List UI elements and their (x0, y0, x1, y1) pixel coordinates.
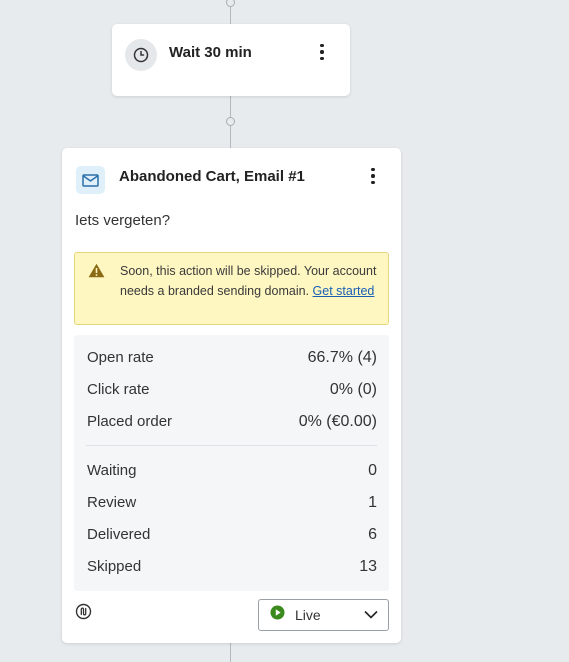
warning-banner: Soon, this action will be skipped. Your … (74, 252, 389, 325)
warning-icon (88, 263, 105, 283)
flow-connector (230, 643, 231, 662)
stat-value: 66.7% (4) (307, 349, 377, 366)
stat-value: 0% (€0.00) (298, 413, 377, 430)
email-step-card[interactable]: Abandoned Cart, Email #1 Iets vergeten? … (62, 148, 401, 643)
chevron-down-icon (364, 606, 378, 624)
flow-connector-node[interactable] (226, 0, 235, 7)
stat-label: Placed order (87, 413, 173, 430)
stat-row-waiting[interactable]: Waiting 0 (87, 462, 377, 480)
stat-row-review[interactable]: Review 1 (87, 494, 377, 512)
stat-row-click-rate: Click rate 0% (0) (87, 381, 377, 399)
stat-value: 0% (0) (329, 381, 377, 398)
stat-value: 6 (368, 526, 377, 543)
wait-step-card[interactable]: Wait 30 min (112, 24, 350, 96)
stats-panel: Open rate 66.7% (4) Click rate 0% (0) Pl… (74, 335, 389, 591)
stat-label: Delivered (87, 526, 151, 543)
stat-label: Click rate (87, 381, 150, 398)
more-options-icon[interactable] (314, 41, 330, 63)
stat-value: 0 (368, 462, 377, 479)
clock-icon (125, 39, 157, 71)
envelope-icon (76, 166, 105, 194)
stat-row-delivered[interactable]: Delivered 6 (87, 526, 377, 544)
smart-sending-icon[interactable] (75, 603, 92, 625)
email-subject: Iets vergeten? (75, 212, 171, 229)
email-step-title: Abandoned Cart, Email #1 (119, 168, 305, 185)
stat-row-open-rate: Open rate 66.7% (4) (87, 349, 377, 367)
wait-step-title: Wait 30 min (169, 44, 252, 61)
stat-label: Open rate (87, 349, 154, 366)
status-dropdown[interactable]: Live (258, 599, 389, 631)
play-icon (270, 605, 285, 625)
stats-divider (86, 445, 377, 446)
stat-row-placed-order: Placed order 0% (€0.00) (87, 413, 377, 431)
stat-row-skipped[interactable]: Skipped 13 (87, 558, 377, 576)
stat-label: Skipped (87, 558, 142, 575)
stat-value: 13 (359, 558, 377, 575)
more-options-icon[interactable] (365, 165, 381, 187)
status-label: Live (295, 607, 321, 623)
stat-value: 1 (368, 494, 377, 511)
get-started-link[interactable]: Get started (313, 284, 375, 298)
stat-label: Review (87, 494, 137, 511)
warning-message: Soon, this action will be skipped. Your … (120, 261, 382, 301)
stat-label: Waiting (87, 462, 137, 479)
flow-connector-node[interactable] (226, 117, 235, 126)
